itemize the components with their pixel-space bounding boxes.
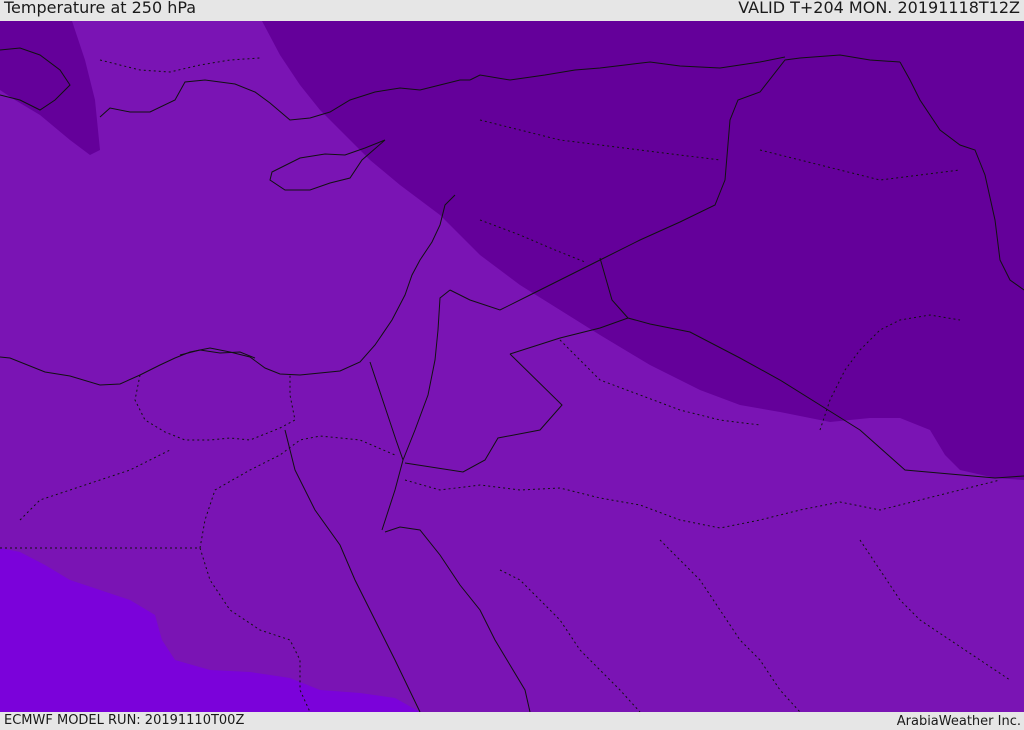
map-footer: ECMWF MODEL RUN: 20191110T00Z ArabiaWeat… (0, 712, 1024, 729)
brand-label: ArabiaWeather Inc. (896, 714, 1021, 729)
temperature-field (0, 21, 1024, 712)
valid-time: VALID T+204 MON. 20191118T12Z (738, 0, 1020, 17)
map-title: Temperature at 250 hPa (4, 0, 197, 17)
weather-map[interactable] (0, 21, 1024, 712)
model-run-label: ECMWF MODEL RUN: 20191110T00Z (4, 713, 245, 728)
map-header: Temperature at 250 hPa VALID T+204 MON. … (0, 0, 1024, 21)
